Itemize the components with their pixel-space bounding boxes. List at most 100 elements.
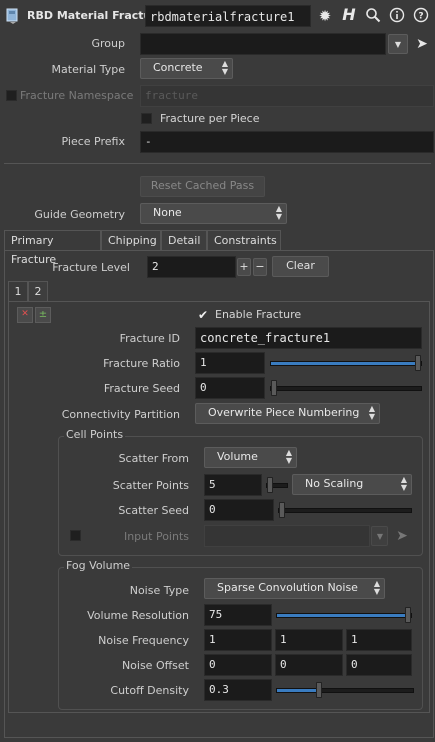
fracture-namespace-toggle[interactable] [6, 90, 17, 101]
connectivity-partition-value: Overwrite Piece Numbering [208, 406, 360, 419]
input-points-dropdown[interactable]: ▼ [371, 526, 388, 546]
houdini-help-icon[interactable]: H [340, 5, 358, 25]
noise-type-menu[interactable]: Sparse Convolution Noise ▲ ▼ [204, 578, 385, 599]
noise-offset-label: Noise Offset [121, 659, 189, 672]
fracture-ratio-input[interactable]: 1 [195, 352, 265, 374]
group-label: Group [91, 37, 126, 50]
slider-handle[interactable] [415, 355, 421, 371]
slider-handle[interactable] [316, 682, 322, 698]
group-dropdown[interactable]: ▼ [388, 34, 408, 54]
scatter-points-slider[interactable] [266, 477, 288, 493]
enable-fracture-label: Enable Fracture [215, 308, 302, 321]
scatter-from-label: Scatter From [118, 452, 189, 465]
level-tab-bar: 1 2 [8, 281, 68, 301]
fracture-id-label: Fracture ID [119, 332, 180, 345]
updown-icon: ▲ ▼ [368, 404, 375, 421]
fracture-namespace-input[interactable]: fracture [140, 85, 434, 107]
volume-resolution-slider[interactable] [276, 607, 412, 623]
node-name-input[interactable]: rbdmaterialfracture1 [145, 5, 311, 27]
chevron-down-icon: ▼ [376, 532, 383, 541]
tab-level-1[interactable]: 1 [8, 281, 28, 301]
fracture-level-label: Fracture Level [52, 261, 130, 274]
chevron-down-icon: ▼ [394, 40, 401, 49]
tab-level-2[interactable]: 2 [28, 281, 48, 301]
fracture-seed-slider[interactable] [270, 380, 422, 396]
slider-handle[interactable] [271, 380, 277, 396]
noise-type-value: Sparse Convolution Noise [217, 581, 358, 594]
connectivity-partition-menu[interactable]: Overwrite Piece Numbering ▲ ▼ [195, 403, 380, 424]
noise-offset-z-input[interactable]: 0 [346, 654, 412, 676]
fog-volume-title: Fog Volume [64, 559, 133, 572]
cell-points-title: Cell Points [64, 428, 126, 441]
guide-geometry-value: None [153, 206, 182, 219]
fracture-seed-input[interactable]: 0 [195, 377, 265, 399]
fracture-namespace-label: Fracture Namespace [20, 89, 134, 102]
noise-offset-y-input[interactable]: 0 [275, 654, 343, 676]
scatter-from-value: Volume [217, 450, 258, 463]
scatter-seed-label: Scatter Seed [118, 504, 189, 517]
updown-icon: ▲ ▼ [275, 204, 282, 221]
volume-resolution-label: Volume Resolution [87, 609, 189, 622]
volume-resolution-input[interactable]: 75 [204, 604, 272, 626]
input-points-label: Input Points [123, 530, 189, 543]
clear-levels-button[interactable]: Clear [272, 256, 329, 277]
updown-icon: ▲ ▼ [400, 475, 407, 492]
fracture-ratio-label: Fracture Ratio [103, 357, 180, 370]
help-icon[interactable]: ? [412, 7, 430, 25]
slider-handle[interactable] [267, 477, 273, 493]
slider-handle[interactable] [279, 502, 285, 518]
guide-geometry-menu[interactable]: None ▲ ▼ [140, 203, 287, 224]
scatter-from-menu[interactable]: Volume ▲ ▼ [204, 447, 297, 468]
reset-cached-pass-button[interactable]: Reset Cached Pass [140, 176, 265, 197]
noise-frequency-x-input[interactable]: 1 [204, 629, 272, 651]
piece-prefix-input[interactable]: - [140, 131, 434, 153]
node-type-icon[interactable] [6, 8, 20, 24]
tab-chipping[interactable]: Chipping [101, 230, 161, 250]
group-input[interactable] [140, 33, 386, 55]
enable-fracture-checkbox[interactable]: ✔ [197, 309, 209, 321]
gear-icon[interactable]: ✹ [316, 7, 334, 25]
fracture-ratio-slider[interactable] [270, 355, 422, 371]
cutoff-density-input[interactable]: 0.3 [204, 679, 272, 701]
material-type-label: Material Type [51, 63, 125, 76]
remove-level-icon[interactable]: ✕ [17, 307, 33, 323]
fracture-per-piece-checkbox[interactable] [141, 113, 152, 124]
remove-level-button[interactable]: − [253, 258, 267, 276]
info-icon[interactable] [388, 7, 406, 25]
tab-constraints[interactable]: Constraints [207, 230, 281, 250]
fracture-level-input[interactable]: 2 [147, 256, 236, 278]
scatter-seed-slider[interactable] [278, 502, 412, 518]
separator [4, 163, 431, 164]
updown-icon: ▲ ▼ [221, 59, 228, 76]
tab-primary-fracture[interactable]: Primary Fracture [4, 230, 101, 266]
noise-frequency-y-input[interactable]: 1 [275, 629, 343, 651]
node-type-label: RBD Material Fracture [27, 9, 165, 22]
input-points-input[interactable] [204, 525, 370, 547]
cutoff-density-label: Cutoff Density [110, 684, 189, 697]
select-arrow-icon[interactable]: ➤ [414, 34, 430, 54]
insert-level-icon[interactable]: ± [35, 307, 51, 323]
noise-frequency-label: Noise Frequency [98, 634, 189, 647]
noise-offset-x-input[interactable]: 0 [204, 654, 272, 676]
fracture-id-input[interactable]: concrete_fracture1 [195, 327, 422, 349]
add-level-button[interactable]: + [237, 258, 251, 276]
scatter-seed-input[interactable]: 0 [204, 499, 274, 521]
tab-detail[interactable]: Detail [161, 230, 207, 250]
updown-icon: ▲ ▼ [373, 579, 380, 596]
main-tab-bar: Primary Fracture Chipping Detail Constra… [4, 230, 434, 266]
scatter-points-label: Scatter Points [112, 479, 189, 492]
cutoff-density-slider[interactable] [276, 682, 414, 698]
slider-handle[interactable] [405, 607, 411, 623]
scatter-scaling-menu[interactable]: No Scaling ▲ ▼ [292, 474, 412, 495]
piece-prefix-label: Piece Prefix [61, 135, 125, 148]
svg-text:?: ? [418, 12, 423, 22]
updown-icon: ▲ ▼ [285, 448, 292, 465]
scatter-points-input[interactable]: 5 [204, 474, 262, 496]
search-icon[interactable] [364, 7, 382, 25]
material-type-value: Concrete [153, 61, 203, 74]
scatter-scaling-value: No Scaling [305, 477, 364, 490]
noise-frequency-z-input[interactable]: 1 [346, 629, 412, 651]
fracture-per-piece-label: Fracture per Piece [160, 112, 260, 125]
select-arrow-icon[interactable]: ➤ [394, 526, 410, 546]
material-type-menu[interactable]: Concrete ▲ ▼ [140, 58, 233, 79]
